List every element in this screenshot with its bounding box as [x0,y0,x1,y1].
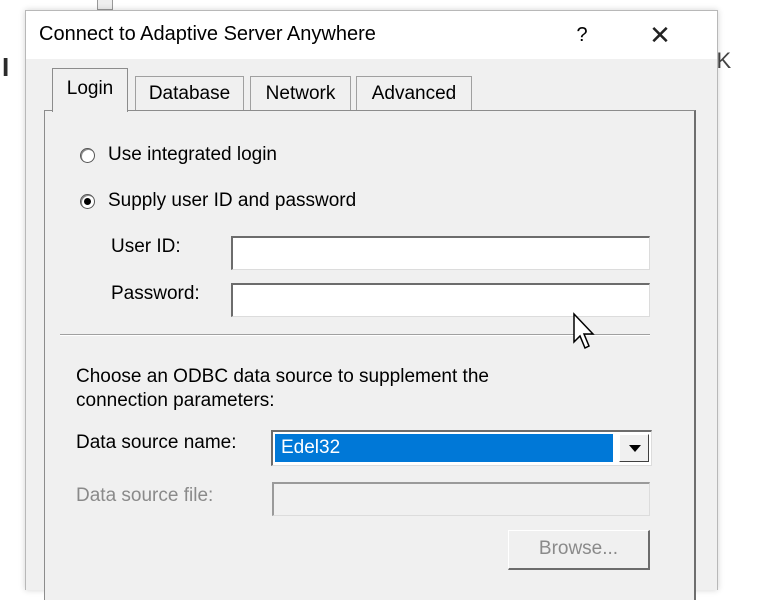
tab-advanced[interactable]: Advanced [356,76,472,110]
close-button[interactable]: ✕ [638,15,682,55]
chevron-down-icon[interactable] [619,434,649,462]
radio-supply-user-id[interactable] [80,194,95,209]
radio-integrated-login[interactable] [80,148,95,163]
radio-selected-dot [84,198,91,205]
odbc-intro-line1: Choose an ODBC data source to supplement… [76,366,489,387]
dialog-title: Connect to Adaptive Server Anywhere [39,23,376,45]
odbc-intro-line2: connection parameters: [76,390,275,411]
tab-login[interactable]: Login [52,68,128,112]
separator-line [60,334,650,336]
data-source-name-value: Edel32 [275,434,613,462]
radio-supply-label: Supply user ID and password [108,190,357,211]
user-id-input[interactable] [231,236,650,270]
mouse-cursor-icon [573,312,595,350]
help-button[interactable]: ? [562,15,602,55]
user-id-label: User ID: [111,236,181,257]
browse-button[interactable]: Browse... [508,530,650,570]
login-tab-panel [44,110,696,600]
radio-integrated-label: Use integrated login [108,144,277,165]
data-source-file-label: Data source file: [76,485,214,506]
password-label: Password: [111,283,200,304]
tab-database[interactable]: Database [135,76,244,110]
background-text-left: I [2,52,10,82]
data-source-file-input[interactable] [272,482,650,516]
tab-network[interactable]: Network [250,76,351,110]
data-source-name-label: Data source name: [76,432,237,453]
background-box [97,0,113,10]
title-bar: Connect to Adaptive Server Anywhere ? ✕ [26,11,717,59]
data-source-name-select[interactable]: Edel32 [271,430,652,466]
